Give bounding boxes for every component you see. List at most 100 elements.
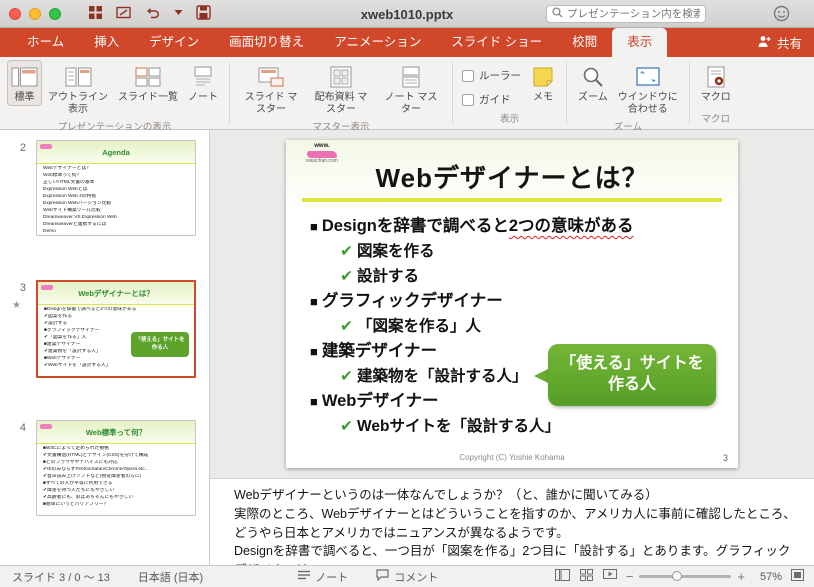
notes-toggle[interactable]: ノート — [298, 569, 348, 585]
save-icon[interactable] — [196, 5, 211, 20]
logo-mark — [307, 150, 337, 158]
slide-number: 4 — [19, 422, 26, 434]
checkbox-icon — [462, 93, 474, 106]
thumb-logo-mark — [41, 285, 53, 290]
slide-number: 3 — [19, 282, 26, 294]
thumb-title: Agenda — [102, 147, 130, 157]
macro-button[interactable]: マクロ — [697, 60, 735, 106]
maximize-button[interactable] — [49, 8, 61, 20]
thumb-title: Webデザイナーとは？ — [78, 288, 154, 298]
titlebar: xweb1010.pptx — [0, 0, 814, 28]
memo-icon — [531, 62, 555, 92]
grid-icon[interactable] — [88, 5, 103, 20]
handout-master-icon — [329, 62, 353, 92]
zoom-slider-thumb[interactable] — [671, 571, 682, 581]
notes-lines-icon — [298, 570, 311, 583]
title-underline — [302, 198, 722, 202]
thumb-callout: 「使える」サイトを 作る人 — [131, 332, 189, 357]
undo-icon[interactable] — [145, 6, 161, 20]
tab-view[interactable]: 表示 — [612, 28, 668, 57]
tab-insert[interactable]: 挿入 — [79, 28, 134, 57]
slide-thumbnail-2[interactable]: Agenda Webデザイナーとは？ Web標準って何？ 正しいHTML文書の基本 E… — [36, 140, 196, 236]
group-macro: マクロ マクロ — [690, 57, 742, 129]
macro-icon — [705, 62, 727, 92]
group-label-show: 表示 — [499, 114, 519, 125]
slide-thumbnail-3[interactable]: Webデザイナーとは？ ■Designを辞書で調べると2つの意味がある ✔図案を作… — [36, 280, 196, 378]
slide-copyright: Copyright (C) Yoshie Kohama — [459, 453, 565, 462]
zoom-in-icon[interactable]: + — [737, 570, 745, 583]
fit-to-window-button[interactable]: ウインドウに合わせる — [614, 60, 682, 118]
group-zoom: ズーム ウインドウに合わせる ズーム — [567, 57, 689, 133]
bullet-line: ✔ 設計する — [340, 268, 420, 285]
slide-thumbnail-4[interactable]: Web標準って何？ ■W3Cによって定められた規格 ✔文書構造(HTML)とデザイ… — [36, 420, 196, 516]
slideshow-status-icon[interactable] — [602, 569, 617, 584]
new-slide-icon[interactable] — [116, 6, 132, 20]
slide-canvas-area: www. wasichan.com Webデザイナーとは？ ■ Designを辞書… — [210, 130, 814, 478]
share-button[interactable]: 共有 — [757, 28, 802, 57]
slide-editor[interactable]: www. wasichan.com Webデザイナーとは？ ■ Designを辞書… — [286, 140, 738, 468]
feedback-smiley-icon[interactable] — [773, 5, 790, 25]
close-button[interactable] — [9, 8, 21, 20]
zoom-button[interactable]: ズーム — [574, 60, 612, 106]
notes-pane[interactable]: Webデザイナーというのは一体なんでしょうか？（と、誰かに聞いてみる） 実際のと… — [210, 478, 814, 565]
search-box[interactable] — [546, 5, 706, 23]
ribbon: 標準 アウトライン表示 スライド一覧 ノート プレゼンテーションの表示 スライド… — [0, 57, 814, 133]
normal-view-icon — [11, 62, 38, 92]
bullet-line: ■ Designを辞書で調べると2つの意味がある — [310, 217, 634, 235]
outline-view-icon — [65, 62, 92, 92]
thumb-body: Webデザイナーとは？ Web標準って何？ 正しいHTML文書の基本 Expressi… — [43, 166, 117, 234]
slide-number: 2 — [19, 142, 26, 154]
callout-shape[interactable]: 「使える」サイトを 作る人 — [548, 344, 716, 406]
zoom-percent[interactable]: 57% — [754, 571, 782, 583]
tab-home[interactable]: ホーム — [12, 28, 79, 57]
bullet-line: ✔ 図案を作る — [340, 243, 435, 260]
document-title: xweb1010.pptx — [360, 7, 454, 22]
slide-title[interactable]: Webデザイナーとは？ — [286, 158, 738, 195]
group-show: ルーラー ガイド メモ 表示 — [453, 57, 566, 129]
statusbar: スライド 3 / 0 ～ 13 日本語 (日本) ノート コメント − + 57… — [0, 565, 814, 587]
outline-view-button[interactable]: アウトライン表示 — [44, 60, 112, 118]
tab-slideshow[interactable]: スライド ショー — [436, 28, 557, 57]
slide-page-number: 3 — [722, 453, 728, 463]
fit-to-window-icon — [635, 62, 661, 92]
notes-page-button[interactable]: ノート — [184, 60, 222, 106]
normal-view-status-icon[interactable] — [554, 569, 570, 584]
group-presentation-views: 標準 アウトライン表示 スライド一覧 ノート プレゼンテーションの表示 — [0, 57, 229, 133]
slide-sorter-button[interactable]: スライド一覧 — [114, 60, 182, 106]
comment-bubble-icon — [376, 569, 389, 584]
minimize-button[interactable] — [29, 8, 41, 20]
share-label: 共有 — [776, 37, 802, 51]
redo-menu-icon[interactable] — [174, 9, 183, 16]
slide-master-button[interactable]: スライド マスター — [237, 60, 305, 118]
notes-text[interactable]: Webデザイナーというのは一体なんでしょうか？（と、誰かに聞いてみる） 実際のと… — [234, 486, 796, 565]
group-label-macro: マクロ — [701, 114, 730, 125]
normal-view-button[interactable]: 標準 — [7, 60, 42, 106]
handout-master-button[interactable]: 配布資料 マスター — [307, 60, 375, 118]
quick-access-toolbar — [88, 5, 211, 20]
tab-transitions[interactable]: 画面切り替え — [214, 28, 319, 57]
slide-thumbnail-pane: 2 Agenda Webデザイナーとは？ Web標準って何？ 正しいHTML文書の基… — [0, 130, 210, 565]
notes-page-icon — [191, 62, 215, 92]
tab-review[interactable]: 校閲 — [557, 28, 612, 57]
checkbox-icon — [462, 69, 474, 82]
search-icon — [552, 7, 563, 21]
thumb-body: ■W3Cによって定められた規格 ✔文書構造(HTML)とデザイン(CSS)を分けて… — [43, 446, 149, 507]
thumb-logo-mark — [40, 144, 52, 149]
guides-checkbox[interactable]: ガイド — [462, 92, 521, 107]
zoom-out-icon[interactable]: − — [626, 570, 634, 583]
ribbon-tabbar: ホーム 挿入 デザイン 画面切り替え アニメーション スライド ショー 校閲 表… — [0, 28, 814, 57]
tab-design[interactable]: デザイン — [134, 28, 214, 57]
zoom-icon — [581, 62, 605, 92]
thumb-title: Web標準って何？ — [85, 427, 147, 437]
memo-button[interactable]: メモ — [527, 60, 559, 106]
language-indicator[interactable]: 日本語 (日本) — [138, 569, 203, 585]
zoom-slider[interactable] — [639, 571, 732, 581]
comments-toggle[interactable]: コメント — [376, 569, 438, 585]
slide-sorter-status-icon[interactable] — [579, 569, 593, 584]
ruler-checkbox[interactable]: ルーラー — [462, 68, 521, 83]
notes-master-button[interactable]: ノート マスター — [377, 60, 445, 118]
fit-slide-icon[interactable] — [791, 569, 804, 584]
group-master-views: スライド マスター 配布資料 マスター ノート マスター マスター表示 — [230, 57, 452, 133]
search-input[interactable] — [567, 8, 700, 20]
tab-animations[interactable]: アニメーション — [319, 28, 436, 57]
